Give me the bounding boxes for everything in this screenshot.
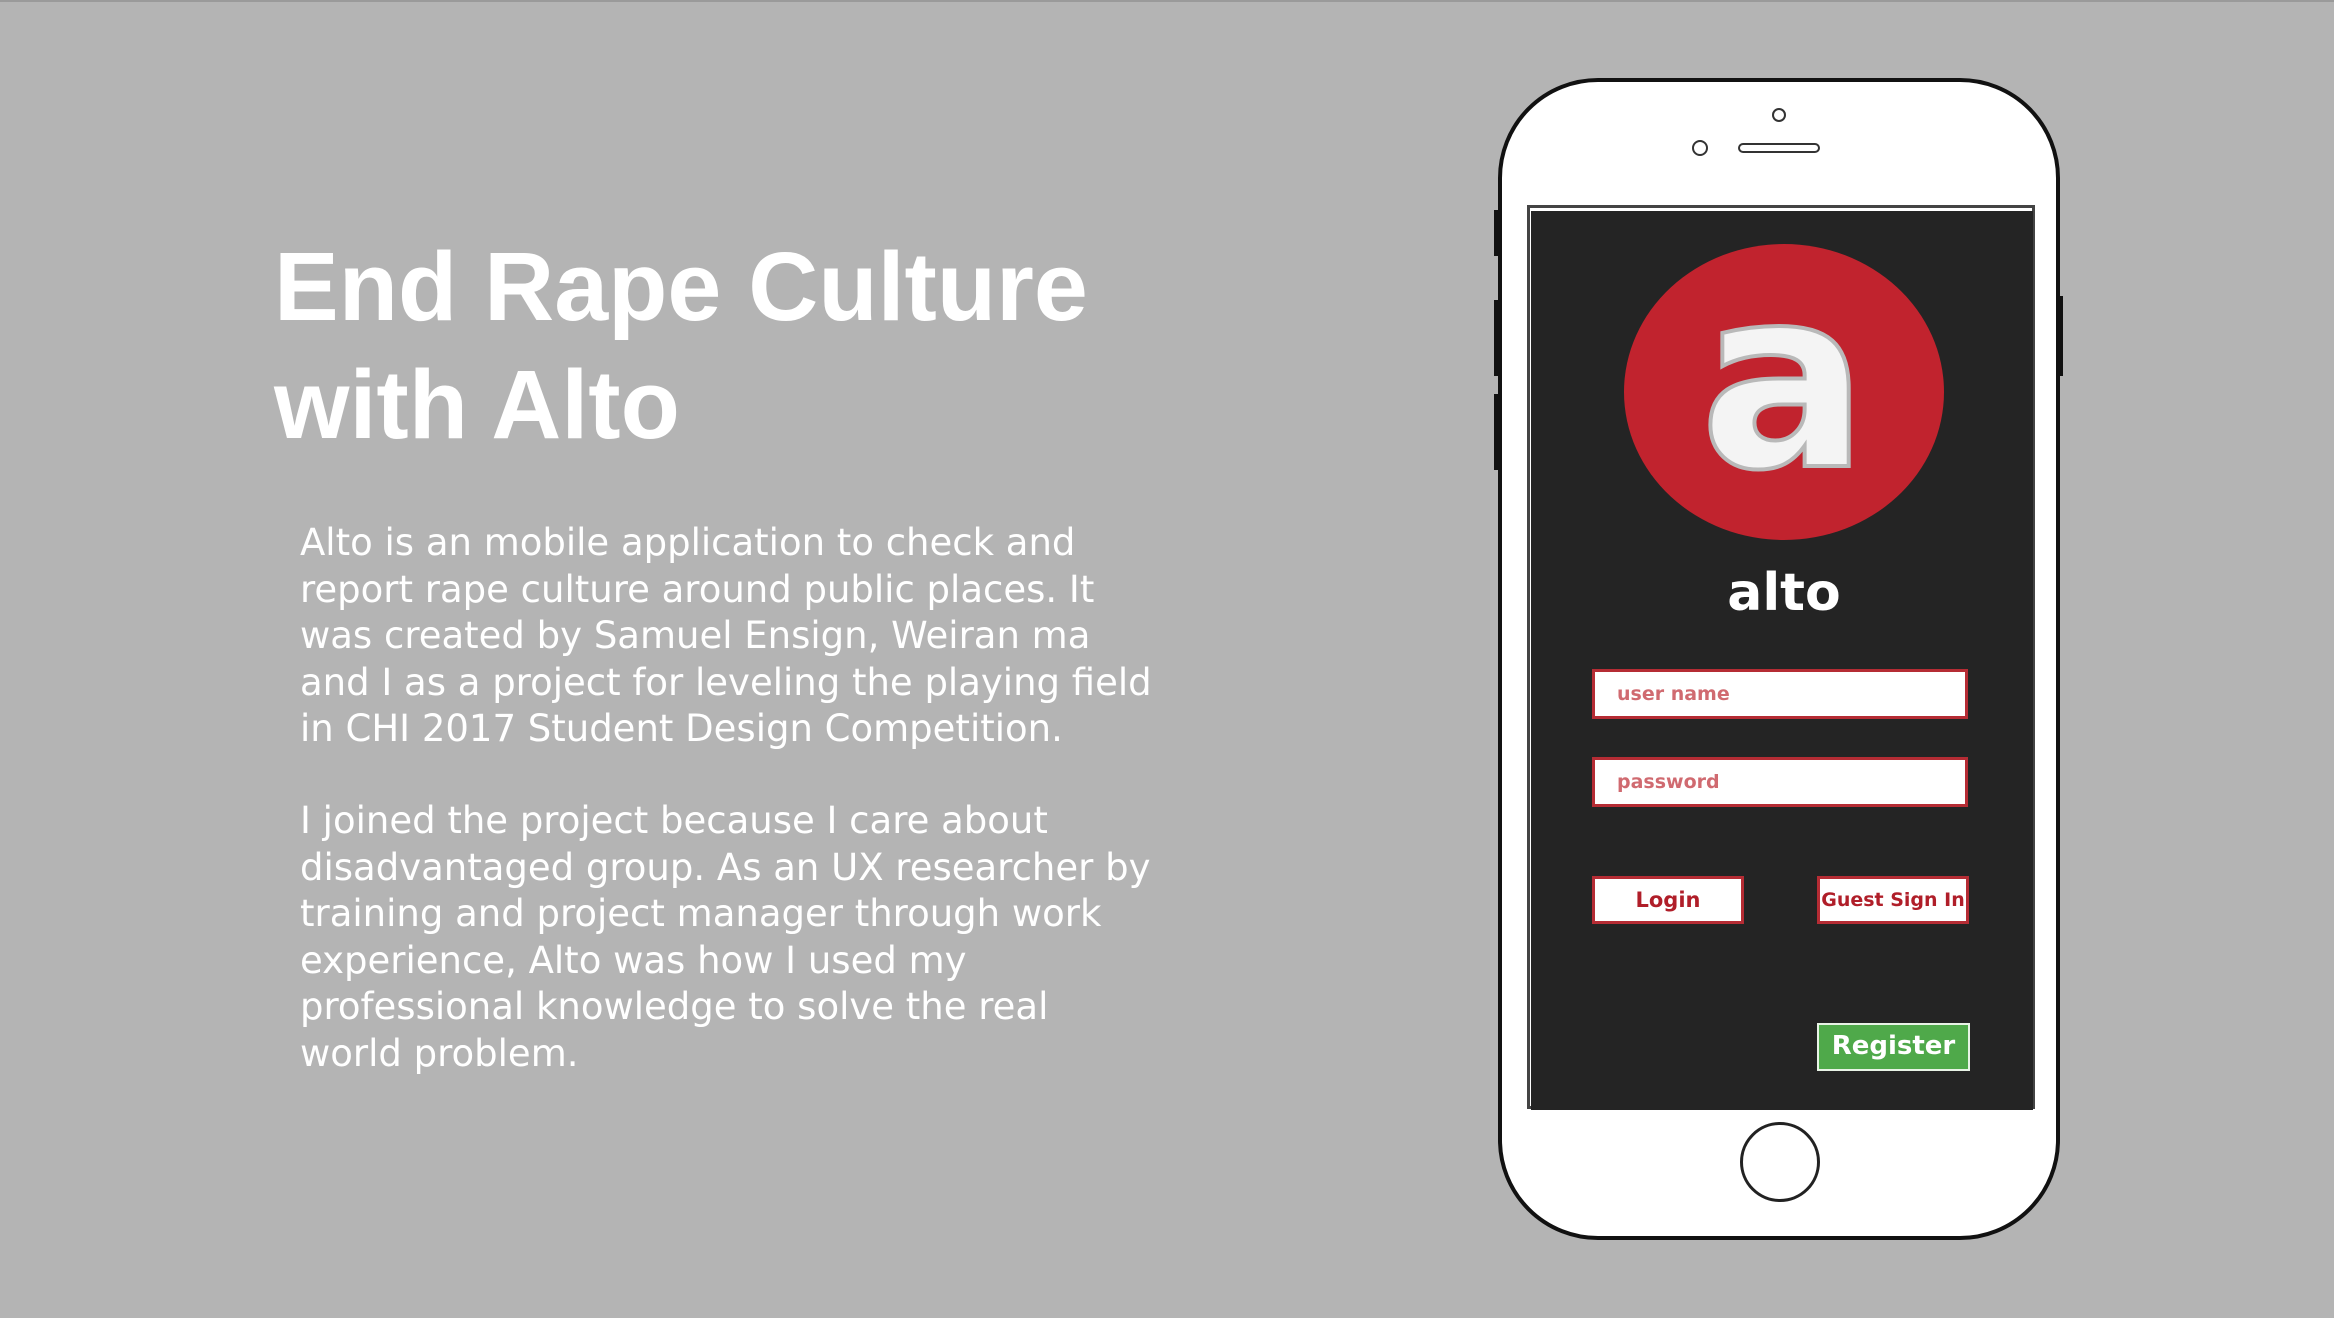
alto-logo-letter: a — [1698, 244, 1871, 527]
page-title-line-2: with Alto — [274, 350, 680, 459]
description-line: training and project manager through wor… — [300, 892, 1102, 935]
description-line: experience, Alto was how I used my — [300, 938, 967, 982]
logo-letter-glyph: a — [1700, 244, 1869, 525]
username-field[interactable] — [1592, 669, 1968, 719]
password-field[interactable] — [1592, 757, 1968, 807]
description-paragraph-2: I joined the project because I care abou… — [300, 798, 1160, 1077]
description-line: I joined the project because I care abou… — [300, 799, 1048, 842]
description-line: and I as a project for leveling the play… — [300, 660, 1152, 704]
camera-icon — [1772, 108, 1786, 122]
register-button[interactable]: Register — [1817, 1023, 1970, 1071]
home-button-icon — [1740, 1122, 1820, 1202]
description-line: was created by Samuel Ensign, Weiran ma — [300, 614, 1091, 657]
description-line: disadvantaged group. As an UX researcher… — [300, 845, 1151, 889]
guest-sign-in-button[interactable]: Guest Sign In — [1817, 876, 1969, 924]
page-title-line-1: End Rape Culture — [274, 232, 1088, 341]
page-title: End Rape Culture with Alto — [274, 228, 1174, 464]
description-line: professional knowledge to solve the real — [300, 985, 1049, 1028]
description-line: report rape culture around public places… — [300, 567, 1095, 611]
login-button[interactable]: Login — [1592, 876, 1744, 924]
description-line: in CHI 2017 Student Design Competition. — [300, 707, 1063, 750]
speaker-icon — [1738, 143, 1820, 153]
description-line: Alto is an mobile application to check a… — [300, 521, 1076, 564]
description-line: world problem. — [300, 1031, 579, 1075]
description-paragraph-1: Alto is an mobile application to check a… — [300, 520, 1160, 753]
top-border-line — [0, 0, 2334, 2]
front-sensor-icon — [1692, 140, 1708, 156]
app-wordmark: alto — [1727, 563, 1841, 623]
